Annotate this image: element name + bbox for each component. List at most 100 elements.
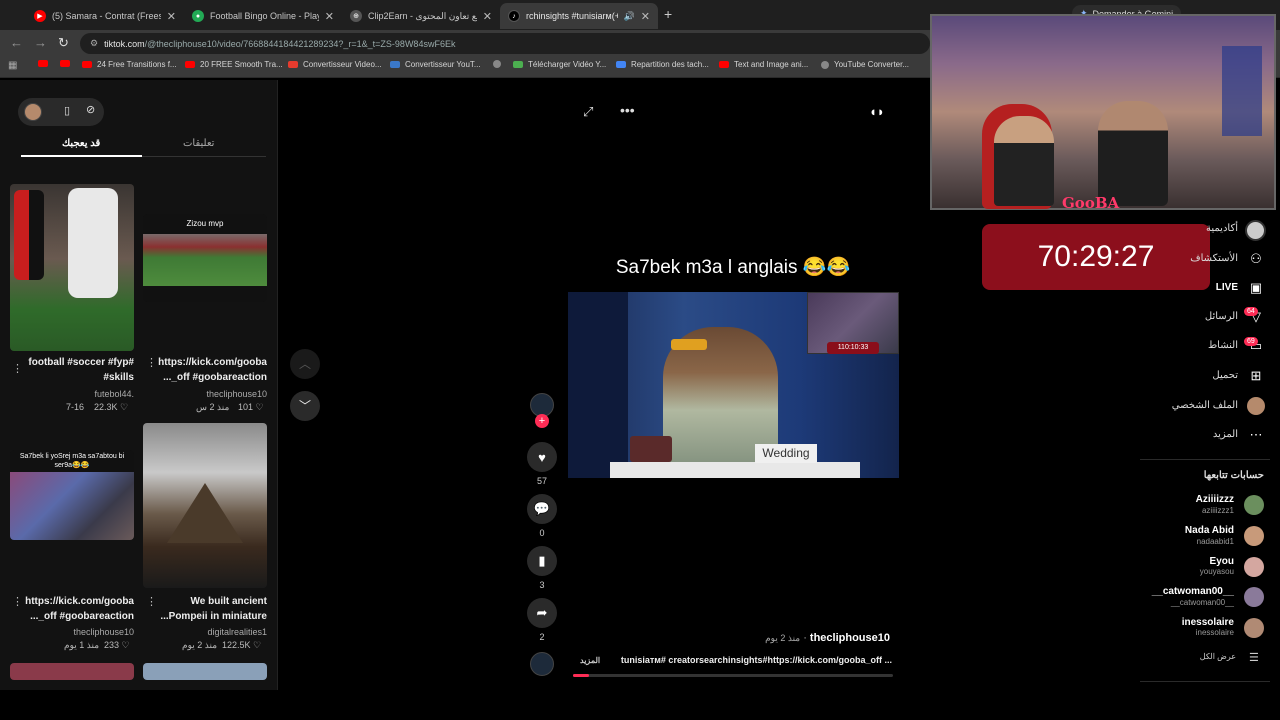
bookmark-item[interactable] bbox=[493, 60, 506, 68]
video-thumbnail[interactable] bbox=[143, 663, 267, 680]
video-caption[interactable]: https://kick.com/gooba ..._off #goobareac… bbox=[150, 355, 267, 385]
nav-upload[interactable]: تحميل bbox=[1160, 370, 1238, 381]
bookmark-label: Repartition des tach... bbox=[631, 60, 709, 69]
previous-video-button[interactable]: ︿ bbox=[290, 349, 320, 379]
nav-explore[interactable]: الأستكشاف bbox=[1160, 253, 1238, 264]
nav-live[interactable]: LIVE bbox=[1160, 282, 1238, 293]
bookmark-item[interactable]: YouTube Converter... bbox=[821, 60, 909, 69]
caption-line: football #soccer #fyp# bbox=[28, 357, 134, 368]
avatar[interactable] bbox=[1244, 587, 1264, 607]
bookmark-item[interactable]: Convertisseur Video... bbox=[288, 60, 382, 69]
football-icon: ● bbox=[192, 10, 204, 22]
share-button[interactable]: ➦ bbox=[527, 598, 557, 628]
tab-title: (5) Samara - Contrat (Freestyle bbox=[52, 11, 161, 21]
bookmark-item[interactable]: 20 FREE Smooth Tra... bbox=[185, 60, 283, 69]
avatar[interactable] bbox=[1244, 495, 1264, 515]
following-name[interactable]: Aziiiizzz bbox=[1140, 494, 1234, 505]
volume-icon[interactable]: ◖◗ bbox=[869, 104, 885, 119]
list-icon: ☰ bbox=[1249, 652, 1259, 664]
following-title: حسابات تتابعها bbox=[1203, 470, 1264, 481]
tab-comments[interactable]: تعليقات bbox=[183, 138, 214, 149]
avatar[interactable] bbox=[24, 103, 42, 121]
bookmark-item[interactable]: Télécharger Vidéo Y... bbox=[513, 60, 606, 69]
nav-more[interactable]: المزيد bbox=[1160, 429, 1238, 440]
nav-activity[interactable]: النشاط bbox=[1160, 340, 1238, 351]
apps-grid-icon[interactable]: ▦ bbox=[8, 60, 17, 71]
comment-button[interactable]: 💬 bbox=[527, 494, 557, 524]
following-user: inessolaire bbox=[1195, 628, 1234, 637]
avatar[interactable] bbox=[1244, 557, 1264, 577]
bookmark-label: 24 Free Transitions f... bbox=[97, 60, 177, 69]
post-date: منذ 2 يوم bbox=[765, 633, 801, 643]
avatar[interactable] bbox=[1244, 618, 1264, 638]
video-author[interactable]: thecliphouse10 bbox=[150, 389, 267, 399]
browser-tab[interactable]: ⊕ Clip2Earn - تسريع تعاون المحتوى ✕ bbox=[342, 3, 500, 29]
bookmark-item[interactable] bbox=[60, 60, 75, 67]
new-tab-button[interactable]: + bbox=[664, 6, 672, 22]
video-thumbnail[interactable] bbox=[143, 423, 267, 588]
video-thumbnail[interactable] bbox=[10, 184, 134, 351]
following-name[interactable]: __catwoman00__ bbox=[1140, 586, 1234, 597]
address-bar[interactable]: ⚙ tiktok.com /@thecliphouse10/video/7668… bbox=[80, 33, 930, 54]
bookmark-item[interactable]: Convertisseur YouT... bbox=[390, 60, 481, 69]
show-all-link[interactable]: عرض الكل bbox=[1150, 652, 1236, 661]
stadium-image bbox=[143, 234, 267, 286]
compass-icon[interactable]: ⊘ bbox=[86, 103, 95, 116]
speaker-icon[interactable]: 🔊 bbox=[624, 11, 635, 22]
site-info-icon[interactable]: ⚙ bbox=[90, 38, 98, 49]
follow-plus-icon[interactable]: + bbox=[535, 414, 549, 428]
forward-icon[interactable]: → bbox=[34, 35, 47, 50]
caption-line: ..._off #goobareaction bbox=[30, 611, 134, 622]
bookmark-item[interactable] bbox=[38, 60, 53, 67]
save-button[interactable]: ▮ bbox=[527, 546, 557, 576]
close-icon[interactable]: ✕ bbox=[483, 10, 492, 23]
browser-tab-active[interactable]: ♪ rchinsights #tunisiarм(+99) 🔊 ✕ bbox=[500, 3, 658, 29]
following-name[interactable]: inessolaire bbox=[1140, 617, 1234, 628]
video-caption[interactable]: We built ancient ...Pompeii in miniature bbox=[150, 594, 267, 624]
nav-messages[interactable]: الرسائل bbox=[1160, 311, 1238, 322]
video-author[interactable]: digitalrealities1 bbox=[150, 627, 267, 637]
desk bbox=[610, 462, 860, 478]
youtube-icon bbox=[60, 60, 70, 67]
browser-tab[interactable]: ● Football Bingo Online - Play N ✕ bbox=[184, 3, 342, 29]
close-icon[interactable]: ✕ bbox=[641, 10, 650, 23]
following-name[interactable]: Nada Abid bbox=[1140, 525, 1234, 536]
close-icon[interactable]: ✕ bbox=[325, 10, 334, 23]
next-video-button[interactable]: ﹀ bbox=[290, 391, 320, 421]
video-thumbnail[interactable] bbox=[10, 663, 134, 680]
led-light bbox=[1222, 46, 1262, 136]
back-icon[interactable]: ← bbox=[10, 35, 23, 50]
close-icon[interactable]: ✕ bbox=[167, 10, 176, 23]
bookmark-item[interactable]: Repartition des tach... bbox=[616, 60, 709, 69]
like-count: 122.5K bbox=[222, 640, 251, 650]
video-author[interactable]: thecliphouse10 bbox=[16, 627, 134, 637]
progress-fill bbox=[573, 674, 589, 677]
progress-track[interactable] bbox=[573, 674, 893, 677]
fullscreen-icon[interactable]: ⤢ bbox=[583, 104, 593, 120]
more-horizontal-icon[interactable]: ••• bbox=[620, 102, 635, 118]
more-link[interactable]: المزيد bbox=[580, 656, 600, 665]
bookmark-item[interactable]: 24 Free Transitions f... bbox=[82, 60, 177, 69]
avatar[interactable] bbox=[1244, 526, 1264, 546]
phone-icon[interactable]: ▯ bbox=[64, 104, 70, 117]
nav-profile[interactable]: الملف الشخصي bbox=[1160, 400, 1238, 411]
video-caption[interactable]: https://kick.com/gooba ..._off #goobareac… bbox=[16, 594, 134, 624]
save-count: 3 bbox=[539, 580, 545, 590]
like-count: 101 bbox=[238, 402, 254, 412]
following-name[interactable]: Eyou bbox=[1140, 556, 1234, 567]
video-caption[interactable]: football #soccer #fyp# #skills bbox=[14, 355, 134, 385]
like-button[interactable]: ♥ bbox=[527, 442, 557, 472]
sound-avatar[interactable] bbox=[530, 652, 554, 676]
video-likes: 101 ♡ bbox=[238, 402, 264, 413]
video-player[interactable]: 110:10:33 Wedding bbox=[568, 292, 899, 478]
reload-icon[interactable]: ↻ bbox=[58, 35, 69, 51]
author-name[interactable]: thecliphouse10 bbox=[810, 632, 890, 644]
tab-you-may-like[interactable]: قد يعجبك bbox=[62, 138, 100, 149]
video-author[interactable]: futebol44. bbox=[14, 389, 134, 399]
video-stats: 7-16 bbox=[66, 402, 84, 412]
bookmark-item[interactable]: Text and Image ani... bbox=[719, 60, 808, 69]
video-meta: منذ 2 يوم · thecliphouse10 bbox=[700, 632, 890, 644]
video-description: tunisiaтм# creatorsearchinsights#https:/… bbox=[620, 655, 892, 665]
browser-tab[interactable]: ▶ (5) Samara - Contrat (Freestyle ✕ bbox=[26, 3, 184, 29]
nav-academy[interactable]: أكاديمية bbox=[1160, 223, 1238, 234]
